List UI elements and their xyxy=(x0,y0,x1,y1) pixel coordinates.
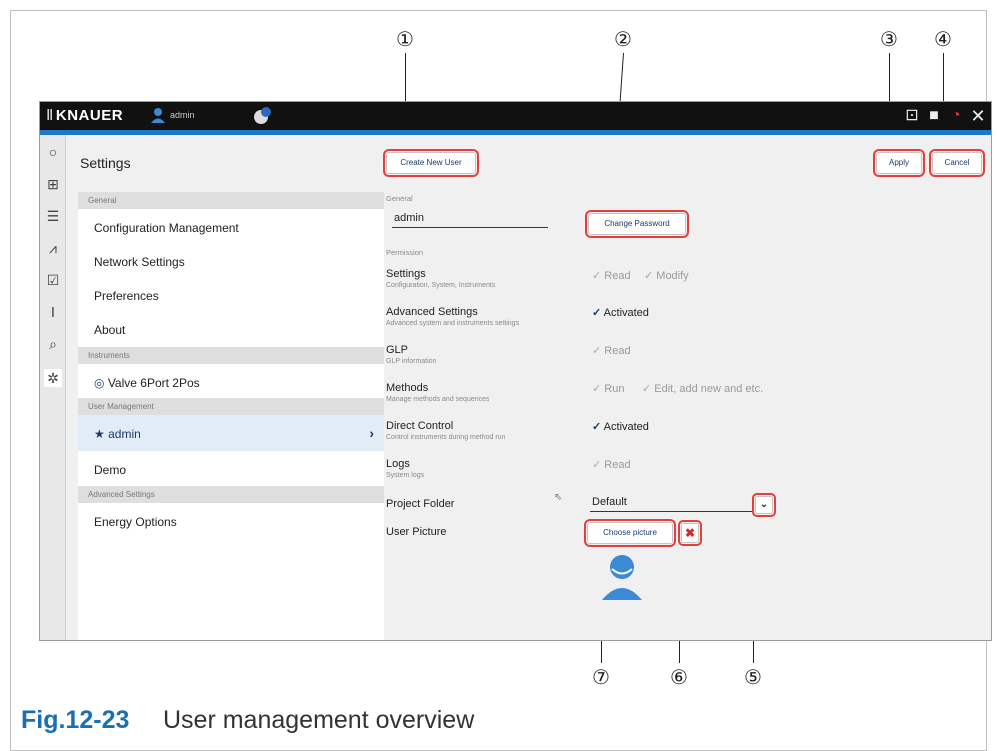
general-section-label: General xyxy=(386,194,413,203)
menu-item-energy[interactable]: Energy Options xyxy=(78,503,384,537)
figure-caption-text: User management overview xyxy=(163,706,475,734)
notification-icon[interactable] xyxy=(252,106,272,126)
callout-3: ③ xyxy=(880,27,898,51)
logs-read-checkbox[interactable]: ✓ Read xyxy=(592,458,631,471)
callout-4: ④ xyxy=(934,27,952,51)
top-bar: Ⅱ KNAUER admin ⊡ ■ ◔ ✕ xyxy=(40,102,991,130)
power-icon[interactable]: ◔ xyxy=(946,107,966,125)
advanced-permission-label: Advanced Settings xyxy=(386,306,478,318)
methods-run-checkbox[interactable]: ✓ Run xyxy=(592,382,624,395)
callout-7: ⑦ xyxy=(592,665,610,689)
check-icon[interactable]: ☑ xyxy=(44,271,62,289)
section-header-user-management: User Management xyxy=(78,398,384,415)
menu-item-preferences[interactable]: Preferences xyxy=(78,277,384,311)
glp-permission-label: GLP xyxy=(386,344,409,356)
brand-logo: Ⅱ KNAUER xyxy=(46,107,124,124)
chevron-down-icon[interactable]: ⌄ xyxy=(752,493,776,517)
user-avatar-icon xyxy=(602,555,642,600)
settings-menu: General Configuration Management Network… xyxy=(78,192,384,640)
menu-item-network[interactable]: Network Settings xyxy=(78,243,384,277)
cursor-icon[interactable]: Ⅰ xyxy=(44,303,62,321)
star-icon: ★ xyxy=(94,427,109,441)
direct-control-desc: Control instruments during method run xyxy=(386,434,506,441)
settings-modify-checkbox[interactable]: ✓ Modify xyxy=(644,269,689,282)
glp-permission-desc: GLP information xyxy=(386,358,437,365)
direct-control-label: Direct Control xyxy=(386,420,454,432)
change-password-button[interactable]: Change Password xyxy=(585,210,689,238)
section-header-instruments: Instruments xyxy=(78,347,384,364)
choose-picture-button[interactable]: Choose picture xyxy=(584,519,676,547)
instrument-icon: ◎ xyxy=(94,376,108,390)
chart-icon[interactable]: ⩘ xyxy=(44,239,62,257)
chevron-right-icon: › xyxy=(369,425,374,441)
callout-5: ⑤ xyxy=(744,665,762,689)
username-input[interactable]: admin xyxy=(392,212,548,228)
project-folder-select[interactable]: Default xyxy=(590,496,754,512)
logs-permission-desc: System logs xyxy=(386,472,425,479)
direct-control-checkbox[interactable]: ✓ Activated xyxy=(592,420,649,433)
app-window: Ⅱ KNAUER admin ⊡ ■ ◔ ✕ ○ ⊞ ☰ ⩘ ☑ Ⅰ ⌕ ✲ S… xyxy=(39,101,992,641)
cancel-button[interactable]: Cancel xyxy=(929,149,985,177)
advanced-permission-desc: Advanced system and instruments settings xyxy=(386,320,520,327)
menu-item-instrument[interactable]: ◎ Valve 6Port 2Pos xyxy=(78,364,384,398)
list-icon[interactable]: ☰ xyxy=(44,207,62,225)
project-folder-label: Project Folder xyxy=(386,498,455,510)
callout-2: ② xyxy=(614,27,632,51)
delete-picture-icon[interactable]: ✖ xyxy=(678,520,702,546)
topbar-accent xyxy=(40,130,991,135)
page-title: Settings xyxy=(80,155,131,171)
permission-section-label: Permission xyxy=(386,248,424,257)
user-admin-label: admin xyxy=(108,427,141,441)
left-navigation: ○ ⊞ ☰ ⩘ ☑ Ⅰ ⌕ ✲ xyxy=(40,135,66,640)
gear-icon[interactable]: ✲ xyxy=(44,369,62,387)
methods-permission-desc: Manage methods and sequences xyxy=(386,396,490,403)
user-icon[interactable] xyxy=(150,107,166,123)
callout-6: ⑥ xyxy=(670,665,688,689)
display-icon[interactable]: ⊡ xyxy=(902,107,922,125)
create-new-user-button[interactable]: Create New User xyxy=(383,149,479,177)
apply-button[interactable]: Apply xyxy=(873,149,925,177)
callout-1: ① xyxy=(396,27,414,51)
logs-permission-label: Logs xyxy=(386,458,410,470)
menu-item-user-admin[interactable]: ★ admin › xyxy=(78,415,384,451)
user-picture-label: User Picture xyxy=(386,526,447,538)
settings-permission-desc: Configuration, System, Instruments xyxy=(386,282,496,289)
settings-permission-label: Settings xyxy=(386,268,426,280)
menu-item-configuration[interactable]: Configuration Management xyxy=(78,209,384,243)
figure-frame: ① ② ③ ④ ⑦ ⑥ ⑤ Ⅱ KNAUER admin ⊡ ■ ◔ ✕ ○ ⊞… xyxy=(10,10,992,706)
glp-read-checkbox[interactable]: ✓ Read xyxy=(592,344,631,357)
advanced-activated-checkbox[interactable]: ✓ Activated xyxy=(592,306,649,319)
search-icon[interactable]: ⌕ xyxy=(44,335,62,353)
menu-item-user-demo[interactable]: Demo xyxy=(78,451,384,485)
section-header-general: General xyxy=(78,192,384,209)
figure-number: Fig.12-23 xyxy=(21,706,130,734)
methods-permission-label: Methods xyxy=(386,382,429,394)
circle-icon[interactable]: ○ xyxy=(44,143,62,161)
settings-read-checkbox[interactable]: ✓ Read xyxy=(592,269,631,282)
mouse-cursor-icon: ⇖ xyxy=(554,492,563,503)
topbar-username: admin xyxy=(170,110,195,120)
lock-icon[interactable]: ■ xyxy=(924,107,944,125)
section-header-advanced: Advanced Settings xyxy=(78,486,384,503)
methods-edit-checkbox[interactable]: ✓ Edit, add new and etc. xyxy=(642,382,763,395)
figure-caption: Fig.12-23 User management overview xyxy=(10,696,987,751)
instrument-label: Valve 6Port 2Pos xyxy=(107,376,200,390)
menu-item-about[interactable]: About xyxy=(78,311,384,345)
close-icon[interactable]: ✕ xyxy=(968,107,988,125)
network-icon[interactable]: ⊞ xyxy=(44,175,62,193)
